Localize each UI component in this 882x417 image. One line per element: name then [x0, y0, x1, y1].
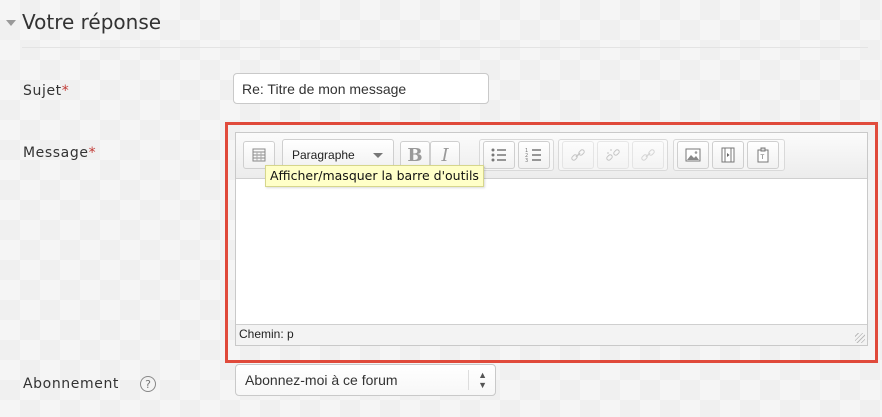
- subscription-select[interactable]: Abonnez-moi à ce forum ▲ ▼: [235, 364, 496, 396]
- link-button[interactable]: [562, 141, 594, 169]
- svg-text:3: 3: [525, 158, 528, 163]
- media-icon: [721, 147, 735, 163]
- toolbar-toggle-tooltip: Afficher/masquer la barre d'outils: [265, 165, 484, 187]
- select-arrows-icon: ▲ ▼: [478, 370, 487, 390]
- editor-statusbar: Chemin: p: [236, 324, 867, 345]
- unlink-icon: [606, 149, 620, 161]
- caret-down-icon: [373, 153, 383, 158]
- resize-grip-icon[interactable]: [855, 333, 865, 343]
- divider: [22, 47, 868, 48]
- subscription-label: Abonnement: [23, 376, 120, 392]
- help-icon[interactable]: ?: [140, 376, 156, 392]
- subscription-select-value: Abonnez-moi à ce forum: [245, 372, 398, 388]
- select-divider: [468, 370, 469, 390]
- subject-input[interactable]: [233, 73, 489, 104]
- bullet-list-icon: [491, 148, 506, 162]
- bullet-list-button[interactable]: [483, 141, 515, 169]
- required-mark: *: [88, 145, 97, 161]
- link-icon: [571, 149, 585, 161]
- section-title: Votre réponse: [22, 10, 162, 34]
- editor-content-area[interactable]: [236, 179, 867, 326]
- subject-label: Sujet*: [23, 83, 69, 99]
- anchor-button[interactable]: [632, 141, 664, 169]
- paste-text-button[interactable]: T: [747, 141, 779, 169]
- subject-label-text: Sujet: [23, 83, 62, 99]
- format-select-value: Paragraphe: [292, 148, 355, 162]
- image-button[interactable]: [677, 141, 709, 169]
- unlink-button[interactable]: [597, 141, 629, 169]
- section-header[interactable]: Votre réponse: [6, 6, 161, 38]
- anchor-icon: [641, 149, 655, 161]
- italic-label: I: [441, 144, 449, 166]
- message-label-text: Message: [23, 145, 89, 161]
- paste-text-icon: T: [757, 147, 769, 163]
- element-path: Chemin: p: [239, 327, 294, 341]
- bold-label: B: [407, 144, 423, 166]
- numbered-list-icon: 123: [525, 148, 541, 163]
- chevron-down-icon[interactable]: [6, 20, 16, 26]
- svg-text:T: T: [760, 154, 765, 161]
- media-button[interactable]: [712, 141, 744, 169]
- toolbar-toggle-icon: [252, 148, 266, 162]
- numbered-list-button[interactable]: 123: [518, 141, 550, 169]
- image-icon: [685, 148, 701, 162]
- required-mark: *: [61, 83, 70, 99]
- message-label: Message*: [23, 145, 96, 161]
